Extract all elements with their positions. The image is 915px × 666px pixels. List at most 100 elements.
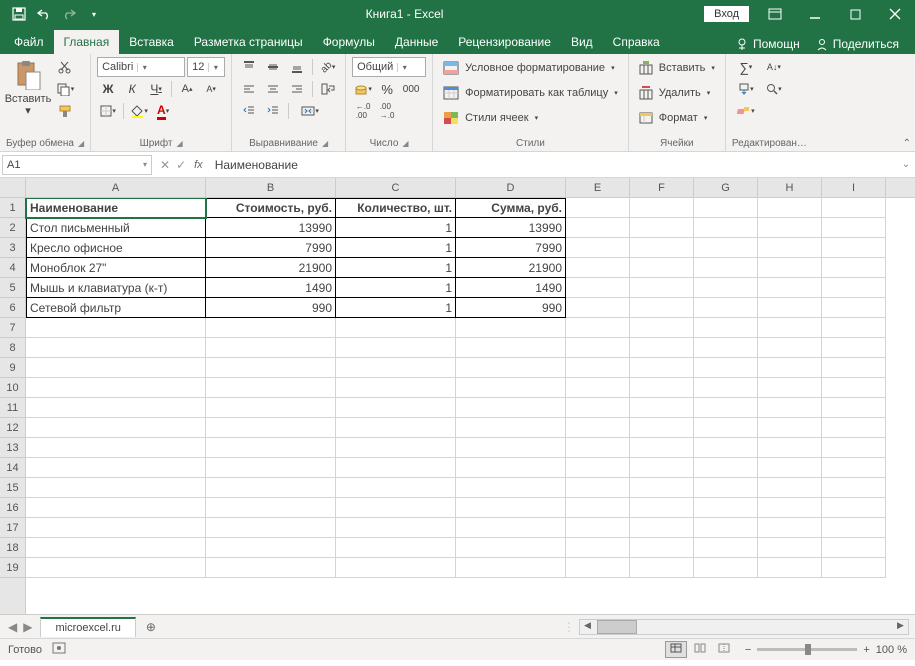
- cell[interactable]: [566, 338, 630, 358]
- cell[interactable]: [758, 438, 822, 458]
- cell[interactable]: [630, 378, 694, 398]
- cell[interactable]: [456, 458, 566, 478]
- cell[interactable]: [758, 558, 822, 578]
- cell[interactable]: [456, 498, 566, 518]
- tell-me-button[interactable]: Помощн: [727, 34, 808, 54]
- cell[interactable]: [822, 518, 886, 538]
- cell[interactable]: [630, 498, 694, 518]
- cell[interactable]: [566, 538, 630, 558]
- row-header[interactable]: 13: [0, 438, 25, 458]
- delete-cells-button[interactable]: Удалить▾: [635, 82, 719, 104]
- pagebreak-view-icon[interactable]: [713, 641, 735, 658]
- zoom-control[interactable]: − + 100 %: [745, 644, 907, 656]
- cell[interactable]: 7990: [206, 238, 336, 258]
- cell[interactable]: [26, 498, 206, 518]
- cell[interactable]: [26, 518, 206, 538]
- cell[interactable]: [694, 318, 758, 338]
- cell[interactable]: [694, 358, 758, 378]
- cell[interactable]: [456, 478, 566, 498]
- row-header[interactable]: 11: [0, 398, 25, 418]
- row-header[interactable]: 2: [0, 218, 25, 238]
- cell[interactable]: [694, 258, 758, 278]
- enter-formula-icon[interactable]: ✓: [176, 158, 186, 172]
- new-sheet-button[interactable]: ⊕: [140, 620, 162, 634]
- number-format-combo[interactable]: Общий▾: [352, 57, 426, 77]
- insert-cells-button[interactable]: Вставить▾: [635, 57, 719, 79]
- cell[interactable]: [456, 418, 566, 438]
- row-header[interactable]: 7: [0, 318, 25, 338]
- horizontal-scrollbar[interactable]: ◀▶: [579, 619, 909, 635]
- cell[interactable]: [456, 318, 566, 338]
- cell[interactable]: [822, 338, 886, 358]
- cell[interactable]: [566, 278, 630, 298]
- cell[interactable]: [630, 238, 694, 258]
- formula-input[interactable]: Наименование: [209, 155, 897, 175]
- cell[interactable]: [336, 498, 456, 518]
- cell[interactable]: [336, 518, 456, 538]
- zoom-in-icon[interactable]: +: [863, 644, 869, 656]
- cell[interactable]: 13990: [456, 218, 566, 238]
- cell[interactable]: [694, 498, 758, 518]
- cell[interactable]: [758, 358, 822, 378]
- cell[interactable]: [456, 378, 566, 398]
- cell[interactable]: Наименование: [26, 198, 206, 218]
- increase-font-icon[interactable]: A▴: [176, 79, 198, 99]
- number-launcher-icon[interactable]: ◢: [402, 139, 408, 148]
- orientation-icon[interactable]: ab▾: [317, 57, 339, 77]
- name-box[interactable]: A1▾: [2, 155, 152, 175]
- border-button[interactable]: ▾: [97, 101, 119, 121]
- fill-icon[interactable]: ▾: [732, 79, 760, 99]
- cell[interactable]: 21900: [206, 258, 336, 278]
- comma-icon[interactable]: 000: [400, 79, 422, 99]
- cell[interactable]: [630, 258, 694, 278]
- cell[interactable]: [758, 538, 822, 558]
- conditional-formatting-button[interactable]: Условное форматирование▾: [439, 57, 622, 79]
- cell[interactable]: [694, 398, 758, 418]
- cell[interactable]: [456, 358, 566, 378]
- cell[interactable]: [694, 338, 758, 358]
- cell[interactable]: [26, 558, 206, 578]
- cell[interactable]: 1490: [456, 278, 566, 298]
- row-header[interactable]: 10: [0, 378, 25, 398]
- col-header[interactable]: C: [336, 178, 456, 197]
- cell[interactable]: [822, 278, 886, 298]
- cell[interactable]: [26, 458, 206, 478]
- cell[interactable]: [822, 298, 886, 318]
- cell[interactable]: [822, 358, 886, 378]
- cell[interactable]: [630, 538, 694, 558]
- cell[interactable]: [822, 238, 886, 258]
- tab-главная[interactable]: Главная: [54, 30, 120, 54]
- cell[interactable]: [822, 318, 886, 338]
- select-all-corner[interactable]: [0, 178, 26, 197]
- cell[interactable]: [566, 518, 630, 538]
- cell[interactable]: [566, 558, 630, 578]
- zoom-out-icon[interactable]: −: [745, 644, 751, 656]
- cell[interactable]: [694, 198, 758, 218]
- cell[interactable]: [456, 438, 566, 458]
- cell[interactable]: [822, 558, 886, 578]
- cell[interactable]: [336, 318, 456, 338]
- cell[interactable]: [758, 238, 822, 258]
- cell[interactable]: [206, 458, 336, 478]
- zoom-slider[interactable]: [757, 648, 857, 651]
- row-header[interactable]: 9: [0, 358, 25, 378]
- cell[interactable]: [26, 318, 206, 338]
- cell[interactable]: [694, 278, 758, 298]
- sheet-nav-prev-icon[interactable]: ◀: [6, 618, 19, 636]
- tab-вставка[interactable]: Вставка: [119, 30, 184, 54]
- cell[interactable]: [630, 558, 694, 578]
- cell[interactable]: [26, 338, 206, 358]
- cell[interactable]: [456, 518, 566, 538]
- sheet-nav-next-icon[interactable]: ▶: [21, 618, 34, 636]
- cell[interactable]: [822, 398, 886, 418]
- format-painter-icon[interactable]: [54, 101, 76, 121]
- cell[interactable]: [758, 278, 822, 298]
- cell[interactable]: [336, 478, 456, 498]
- cell[interactable]: [822, 498, 886, 518]
- cell[interactable]: [630, 218, 694, 238]
- col-header[interactable]: G: [694, 178, 758, 197]
- cell[interactable]: [822, 478, 886, 498]
- row-header[interactable]: 8: [0, 338, 25, 358]
- cell[interactable]: [566, 238, 630, 258]
- clear-icon[interactable]: ▾: [732, 101, 760, 121]
